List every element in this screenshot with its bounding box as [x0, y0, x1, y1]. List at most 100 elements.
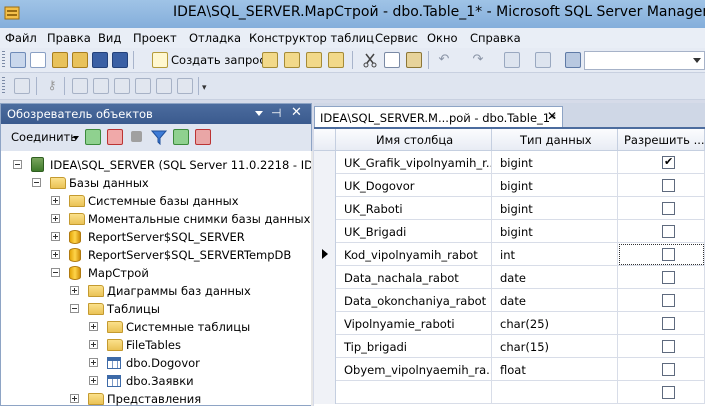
- row-selector[interactable]: [314, 312, 336, 335]
- collapse-icon[interactable]: [32, 178, 41, 187]
- redo-icon[interactable]: ↷: [470, 52, 486, 68]
- allow-nulls-checkbox[interactable]: [662, 271, 675, 284]
- row-selector[interactable]: [314, 289, 336, 312]
- collapse-icon[interactable]: [51, 268, 60, 277]
- allow-nulls-cell[interactable]: [618, 243, 705, 266]
- object-explorer-scrollbar[interactable]: [311, 151, 313, 406]
- open-folder-icon[interactable]: [52, 52, 68, 68]
- toolbar-grip[interactable]: [2, 77, 5, 95]
- window-position-dropdown-icon[interactable]: [255, 111, 263, 116]
- expand-icon[interactable]: [70, 394, 79, 403]
- save-all-icon[interactable]: [112, 52, 128, 68]
- data-type-cell[interactable]: int: [492, 243, 618, 266]
- new-project-icon[interactable]: [10, 52, 26, 68]
- allow-nulls-cell[interactable]: [618, 197, 705, 220]
- undo-icon[interactable]: ↶: [436, 52, 452, 68]
- row-selector[interactable]: [314, 197, 336, 220]
- expand-icon[interactable]: [51, 196, 60, 205]
- allow-nulls-checkbox[interactable]: [662, 340, 675, 353]
- table-row[interactable]: Data_nachala_rabot date: [314, 266, 705, 289]
- expand-icon[interactable]: [89, 322, 98, 331]
- collapse-icon[interactable]: [13, 160, 22, 169]
- allow-nulls-cell[interactable]: [618, 358, 705, 381]
- pin-icon[interactable]: ⊣: [271, 106, 281, 120]
- open-file-icon[interactable]: [72, 52, 88, 68]
- table-row[interactable]: Vipolnyamie_raboti char(25): [314, 312, 705, 335]
- column-name-cell[interactable]: UK_Raboti: [336, 197, 492, 220]
- spatial-indexes-icon[interactable]: [177, 78, 193, 94]
- row-selector[interactable]: [314, 220, 336, 243]
- db-engine-query-icon[interactable]: [262, 52, 278, 68]
- cut-icon[interactable]: [362, 52, 378, 68]
- menu-file[interactable]: Файл: [5, 31, 37, 45]
- connect-dropdown-icon[interactable]: [73, 136, 79, 140]
- table-row[interactable]: UK_Brigadi bigint: [314, 220, 705, 243]
- filter-icon[interactable]: [150, 129, 168, 146]
- row-selector[interactable]: [314, 151, 336, 174]
- allow-nulls-checkbox[interactable]: [662, 202, 675, 215]
- check-constraints-icon[interactable]: [156, 78, 172, 94]
- set-primary-key-icon[interactable]: ⚷: [44, 78, 60, 94]
- allow-nulls-checkbox[interactable]: [662, 317, 675, 330]
- allow-nulls-checkbox[interactable]: [662, 363, 675, 376]
- data-type-cell[interactable]: bigint: [492, 174, 618, 197]
- relationships-icon[interactable]: [72, 78, 88, 94]
- column-name-cell[interactable]: [336, 381, 492, 404]
- disconnect-icon[interactable]: [107, 129, 123, 145]
- refresh-icon[interactable]: [173, 129, 189, 145]
- allow-nulls-checkbox[interactable]: [662, 155, 675, 169]
- column-name-cell[interactable]: Obyem_vipolnyaemih_ra...: [336, 358, 492, 381]
- allow-nulls-cell[interactable]: [618, 289, 705, 312]
- column-name-cell[interactable]: Kod_vipolnyamih_rabot: [336, 243, 492, 266]
- data-type-cell[interactable]: date: [492, 266, 618, 289]
- allow-nulls-cell[interactable]: [618, 151, 705, 174]
- ssms-app-icon[interactable]: [4, 5, 20, 21]
- allow-nulls-checkbox[interactable]: [662, 294, 675, 307]
- table-row[interactable]: UK_Grafik_vipolnyamih_r... bigint: [314, 151, 705, 174]
- activity-monitor-icon[interactable]: [195, 129, 211, 145]
- expand-icon[interactable]: [51, 232, 60, 241]
- dmx-query-icon[interactable]: [306, 52, 322, 68]
- manage-xml-indexes-icon[interactable]: [135, 78, 151, 94]
- allow-nulls-cell[interactable]: [618, 312, 705, 335]
- column-name-cell[interactable]: Tip_brigadi: [336, 335, 492, 358]
- expand-icon[interactable]: [89, 340, 98, 349]
- expand-icon[interactable]: [51, 250, 60, 259]
- column-name-cell[interactable]: UK_Dogovor: [336, 174, 492, 197]
- chevron-down-icon[interactable]: [693, 58, 701, 63]
- close-icon[interactable]: ✕: [291, 105, 302, 120]
- row-selector[interactable]: [314, 335, 336, 358]
- navigate-backward-icon[interactable]: [504, 52, 520, 68]
- connect-button[interactable]: Соединить: [11, 130, 77, 144]
- paste-icon[interactable]: [406, 52, 422, 68]
- new-query-icon[interactable]: [152, 52, 168, 68]
- allow-nulls-checkbox[interactable]: [662, 248, 675, 261]
- expand-icon[interactable]: [51, 214, 60, 223]
- allow-nulls-checkbox[interactable]: [662, 386, 675, 399]
- table-row[interactable]: Tip_brigadi char(15): [314, 335, 705, 358]
- data-type-cell[interactable]: date: [492, 289, 618, 312]
- menu-window[interactable]: Окно: [427, 31, 458, 45]
- manage-indexes-icon[interactable]: [93, 78, 109, 94]
- row-selector[interactable]: [314, 174, 336, 197]
- row-selector[interactable]: [314, 358, 336, 381]
- start-debug-icon[interactable]: [535, 52, 551, 68]
- menu-help[interactable]: Справка: [470, 31, 521, 45]
- table-row[interactable]: Obyem_vipolnyaemih_ra... float: [314, 358, 705, 381]
- manage-fulltext-icon[interactable]: [114, 78, 130, 94]
- allow-nulls-checkbox[interactable]: [662, 225, 675, 238]
- xmla-query-icon[interactable]: [328, 52, 344, 68]
- column-name-cell[interactable]: Vipolnyamie_raboti: [336, 312, 492, 335]
- generate-change-script-icon[interactable]: [14, 78, 30, 94]
- new-file-icon[interactable]: [30, 52, 46, 68]
- data-type-cell[interactable]: [492, 381, 618, 404]
- tab-table-designer[interactable]: IDEA\SQL_SERVER.M...рой - dbo.Table_1* ✕: [314, 106, 563, 127]
- column-name-cell[interactable]: Data_nachala_rabot: [336, 266, 492, 289]
- table-row[interactable]: UK_Dogovor bigint: [314, 174, 705, 197]
- table-row[interactable]: [314, 381, 705, 404]
- tab-close-icon[interactable]: ✕: [547, 109, 557, 123]
- expand-icon[interactable]: [89, 358, 98, 367]
- row-selector[interactable]: [314, 381, 336, 404]
- column-name-cell[interactable]: UK_Grafik_vipolnyamih_r...: [336, 151, 492, 174]
- column-name-cell[interactable]: Data_okonchaniya_rabot: [336, 289, 492, 312]
